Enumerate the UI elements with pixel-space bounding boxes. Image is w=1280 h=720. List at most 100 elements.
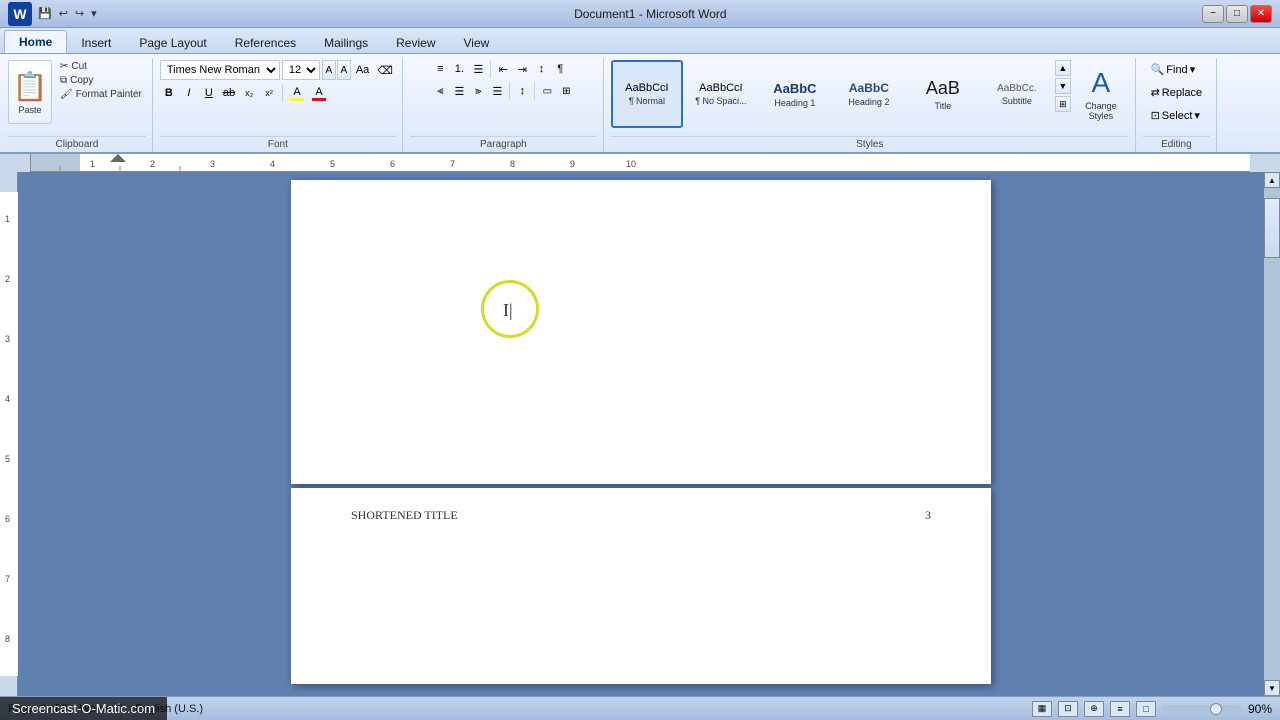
clipboard-group: 📋 Paste ✂ Cut ⧉ Copy 🖌 Format Painter Cl… xyxy=(2,58,153,152)
window-controls[interactable]: − □ ✕ xyxy=(1202,5,1272,23)
style-subtitle-button[interactable]: AaBbCc. Subtitle xyxy=(981,60,1053,128)
font-name-select[interactable]: Times New Roman xyxy=(160,60,280,80)
change-case-button[interactable]: Aa xyxy=(353,61,372,79)
line-spacing-button[interactable]: ↕ xyxy=(513,82,531,100)
change-styles-icon: A xyxy=(1092,67,1111,99)
style-heading2-button[interactable]: AaBbC Heading 2 xyxy=(833,60,905,128)
bullets-button[interactable]: ≡ xyxy=(431,60,449,78)
font-size-select[interactable]: 12 xyxy=(282,60,320,80)
svg-text:10: 10 xyxy=(626,159,636,169)
format-painter-button[interactable]: 🖌 Format Painter xyxy=(56,88,146,101)
minimize-button[interactable]: − xyxy=(1202,5,1224,23)
heading1-preview: AaBbC xyxy=(773,81,816,96)
style-title-button[interactable]: AaB Title xyxy=(907,60,979,128)
title-label: Title xyxy=(935,101,952,111)
highlight-color-button[interactable]: A xyxy=(287,84,307,102)
web-layout-view-button[interactable]: ⊕ xyxy=(1084,701,1104,717)
paragraph-row2: ⫷ ☰ ⫸ ☰ ↕ ▭ ⊞ xyxy=(431,82,575,100)
underline-button[interactable]: U xyxy=(200,84,218,102)
paste-label: Paste xyxy=(18,105,41,115)
close-button[interactable]: ✕ xyxy=(1250,5,1272,23)
paragraph-content: ≡ 1. ☰ ⇤ ⇥ ↕ ¶ ⫷ ☰ ⫸ ☰ ↕ ▭ ⊞ xyxy=(431,60,575,134)
find-dropdown-icon: ▾ xyxy=(1190,63,1196,76)
print-layout-view-button[interactable]: ▦ xyxy=(1032,701,1052,717)
scroll-down-button[interactable]: ▼ xyxy=(1264,680,1280,696)
zoom-slider[interactable] xyxy=(1162,705,1242,713)
decrease-indent-button[interactable]: ⇤ xyxy=(494,60,512,78)
redo-icon[interactable]: ↪ xyxy=(73,5,86,22)
align-left-button[interactable]: ⫷ xyxy=(431,82,449,100)
tab-insert[interactable]: Insert xyxy=(67,32,125,53)
styles-scroll-up[interactable]: ▲ xyxy=(1055,60,1071,76)
maximize-button[interactable]: □ xyxy=(1226,5,1248,23)
subscript-button[interactable]: x₂ xyxy=(240,84,258,102)
undo-icon[interactable]: ↩ xyxy=(57,5,70,22)
heading2-label: Heading 2 xyxy=(848,97,889,107)
tab-review[interactable]: Review xyxy=(382,32,449,53)
shrink-font-button[interactable]: A xyxy=(337,60,351,80)
tab-references[interactable]: References xyxy=(221,32,310,53)
replace-button[interactable]: ⇄ Replace xyxy=(1146,83,1208,102)
change-styles-button[interactable]: A Change Styles xyxy=(1073,60,1129,128)
paste-button[interactable]: 📋 Paste xyxy=(8,60,52,124)
tab-home[interactable]: Home xyxy=(4,30,67,53)
increase-indent-button[interactable]: ⇥ xyxy=(513,60,531,78)
paragraph-group: ≡ 1. ☰ ⇤ ⇥ ↕ ¶ ⫷ ☰ ⫸ ☰ ↕ ▭ ⊞ Paragraph xyxy=(404,58,604,152)
change-styles-label: Change Styles xyxy=(1078,101,1124,121)
grow-font-button[interactable]: A xyxy=(322,60,336,80)
svg-text:2: 2 xyxy=(150,159,155,169)
outline-view-button[interactable]: ≡ xyxy=(1110,701,1130,717)
select-button[interactable]: ⊡ Select ▾ xyxy=(1146,106,1205,125)
save-icon[interactable]: 💾 xyxy=(36,5,54,22)
tab-mailings[interactable]: Mailings xyxy=(310,32,382,53)
svg-text:2: 2 xyxy=(5,274,10,284)
scroll-up-button[interactable]: ▲ xyxy=(1264,172,1280,188)
multilevel-list-button[interactable]: ☰ xyxy=(469,60,487,78)
clipboard-small-buttons: ✂ Cut ⧉ Copy 🖌 Format Painter xyxy=(56,60,146,101)
justify-button[interactable]: ☰ xyxy=(488,82,506,100)
draft-view-button[interactable]: □ xyxy=(1136,701,1156,717)
align-right-button[interactable]: ⫸ xyxy=(469,82,487,100)
zoom-thumb[interactable] xyxy=(1210,703,1222,715)
font-group: Times New Roman 12 A A Aa ⌫ B I U ab xyxy=(154,58,403,152)
strikethrough-button[interactable]: ab xyxy=(220,84,238,102)
svg-text:4: 4 xyxy=(270,159,275,169)
italic-button[interactable]: I xyxy=(180,84,198,102)
dropdown-icon[interactable]: ▾ xyxy=(89,5,99,22)
vertical-scrollbar[interactable]: ▲ ▼ xyxy=(1264,172,1280,696)
center-button[interactable]: ☰ xyxy=(450,82,468,100)
cut-icon: ✂ xyxy=(60,61,68,72)
page-1-content[interactable]: I| xyxy=(291,180,991,484)
title-bar-left: W 💾 ↩ ↪ ▾ xyxy=(8,2,99,26)
styles-more-button[interactable]: ⊞ xyxy=(1055,96,1071,112)
cut-button[interactable]: ✂ Cut xyxy=(56,60,146,73)
svg-text:5: 5 xyxy=(5,454,10,464)
style-no-spacing-button[interactable]: AaBbCcI ¶ No Spaci... xyxy=(685,60,757,128)
font-color-button[interactable]: A xyxy=(309,84,329,102)
numbering-button[interactable]: 1. xyxy=(450,60,468,78)
borders-button[interactable]: ⊞ xyxy=(557,82,575,100)
bold-button[interactable]: B xyxy=(160,84,178,102)
title-bar: W 💾 ↩ ↪ ▾ Document1 - Microsoft Word − □… xyxy=(0,0,1280,28)
tab-view[interactable]: View xyxy=(450,32,504,53)
ruler-left-margin xyxy=(0,154,30,172)
copy-button[interactable]: ⧉ Copy xyxy=(56,74,146,87)
style-normal-button[interactable]: AaBbCcI ¶ Normal xyxy=(611,60,683,128)
scrollbar-thumb[interactable] xyxy=(1264,198,1280,258)
style-heading1-button[interactable]: AaBbC Heading 1 xyxy=(759,60,831,128)
find-button[interactable]: 🔍 Find ▾ xyxy=(1146,60,1201,79)
clear-formatting-button[interactable]: ⌫ xyxy=(374,61,396,79)
show-marks-button[interactable]: ¶ xyxy=(551,60,569,78)
styles-label: Styles xyxy=(611,136,1129,150)
styles-scroll-down[interactable]: ▼ xyxy=(1055,78,1071,94)
scrollbar-track[interactable] xyxy=(1264,188,1280,680)
sort-button[interactable]: ↕ xyxy=(532,60,550,78)
full-screen-view-button[interactable]: ⊡ xyxy=(1058,701,1078,717)
font-name-row: Times New Roman 12 A A Aa ⌫ xyxy=(160,60,396,80)
replace-icon: ⇄ xyxy=(1151,86,1160,99)
document-scroll-area[interactable]: I| SHORTENED TITLE 3 xyxy=(18,172,1264,696)
shading-button[interactable]: ▭ xyxy=(538,82,556,100)
tab-page-layout[interactable]: Page Layout xyxy=(125,32,220,53)
superscript-button[interactable]: x² xyxy=(260,84,278,102)
zoom-level: 90% xyxy=(1248,702,1272,716)
